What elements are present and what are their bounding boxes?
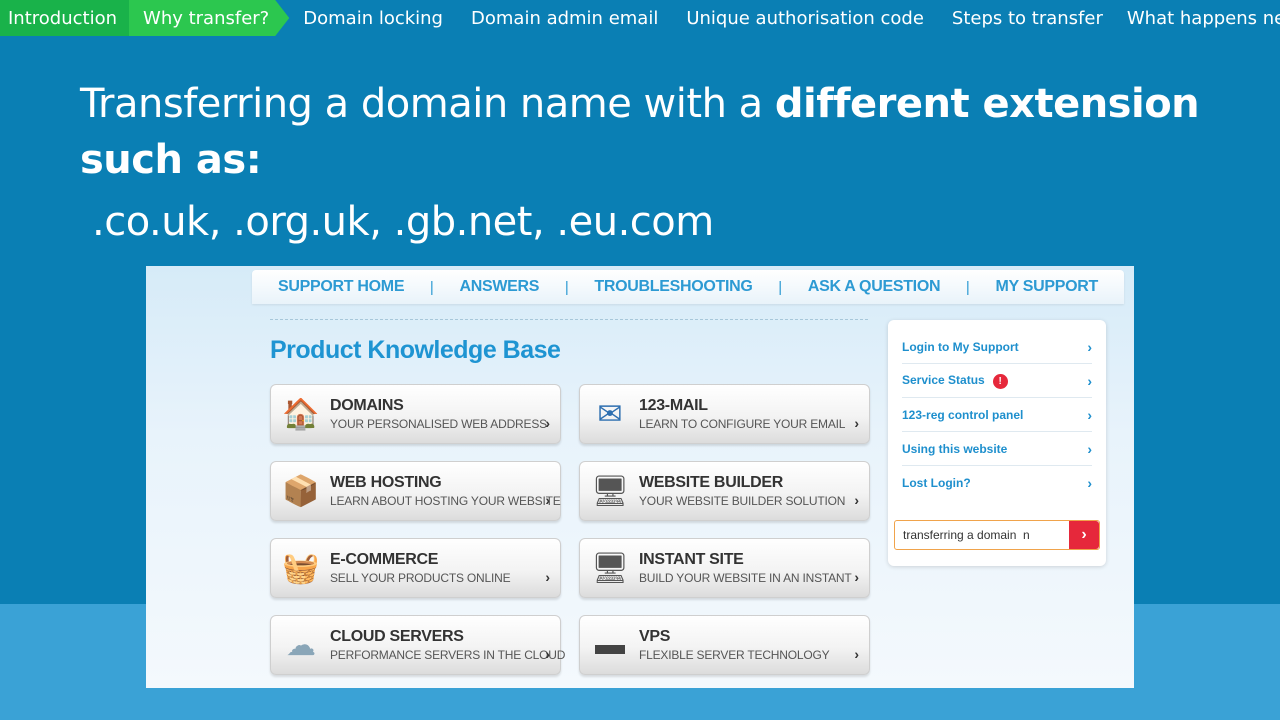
server-icon: ▬ bbox=[595, 628, 625, 661]
side-link-label: Login to My Support bbox=[902, 339, 1019, 354]
side-link-lost-login[interactable]: Lost Login? › bbox=[902, 466, 1092, 500]
card-subtitle: SELL YOUR PRODUCTS ONLINE bbox=[330, 571, 511, 585]
support-site-screenshot: SUPPORT HOME | ANSWERS | TROUBLESHOOTING… bbox=[146, 266, 1134, 688]
side-link-label: 123-reg control panel bbox=[902, 407, 1024, 422]
card-subtitle: FLEXIBLE SERVER TECHNOLOGY bbox=[639, 648, 830, 662]
box-icon: 📦 bbox=[282, 474, 320, 508]
monitor-pen-icon: 🖥 bbox=[590, 551, 630, 585]
side-panel: Login to My Support › Service Status! › … bbox=[888, 320, 1106, 566]
search-box: › bbox=[894, 520, 1100, 550]
card-subtitle: YOUR WEBSITE BUILDER SOLUTION bbox=[639, 494, 846, 508]
cloud-server-icon: ☁ bbox=[286, 628, 316, 662]
card-subtitle: PERFORMANCE SERVERS IN THE CLOUD bbox=[330, 648, 566, 662]
chevron-right-icon: › bbox=[1087, 338, 1092, 355]
chevron-right-icon: › bbox=[854, 492, 859, 508]
card-e-commerce[interactable]: 🧺 E-COMMERCE SELL YOUR PRODUCTS ONLINE › bbox=[270, 538, 561, 598]
side-link-login[interactable]: Login to My Support › bbox=[902, 330, 1092, 364]
chevron-right-icon: › bbox=[545, 415, 550, 431]
side-link-using-website[interactable]: Using this website › bbox=[902, 432, 1092, 466]
card-instant-site[interactable]: 🖥 INSTANT SITE BUILD YOUR WEBSITE IN AN … bbox=[579, 538, 870, 598]
headline-emphasis: different extension bbox=[774, 81, 1200, 127]
chevron-right-icon: › bbox=[545, 492, 550, 508]
basket-icon: 🧺 bbox=[282, 551, 320, 585]
nav-separator: | bbox=[429, 278, 434, 296]
search-input[interactable] bbox=[895, 521, 1069, 549]
chapter-steps-to-transfer[interactable]: Steps to transfer bbox=[924, 0, 1103, 36]
headline-text: Transferring a domain name with a bbox=[80, 81, 775, 127]
card-subtitle: BUILD YOUR WEBSITE IN AN INSTANT bbox=[639, 571, 852, 585]
card-title: CLOUD SERVERS bbox=[330, 628, 464, 645]
nav-troubleshooting[interactable]: TROUBLESHOOTING bbox=[594, 278, 752, 296]
chapter-nav: Introduction Why transfer? Domain lockin… bbox=[0, 0, 1280, 36]
chapter-introduction[interactable]: Introduction bbox=[0, 0, 130, 36]
card-subtitle: LEARN ABOUT HOSTING YOUR WEBSITE bbox=[330, 494, 561, 508]
chapter-domain-admin-email[interactable]: Domain admin email bbox=[443, 0, 658, 36]
nav-ask-a-question[interactable]: ASK A QUESTION bbox=[808, 278, 941, 296]
chapter-what-happens-next[interactable]: What happens next? bbox=[1103, 0, 1280, 36]
chapter-unique-authorisation-code[interactable]: Unique authorisation code bbox=[658, 0, 924, 36]
chevron-right-icon: › bbox=[1087, 406, 1092, 423]
alert-badge: ! bbox=[992, 373, 1008, 389]
mail-icon: ✉ bbox=[597, 397, 623, 431]
nav-separator: | bbox=[965, 278, 970, 296]
chapter-why-transfer[interactable]: Why transfer? bbox=[129, 0, 289, 36]
chevron-right-icon: › bbox=[1087, 372, 1092, 389]
card-title: 123-MAIL bbox=[639, 397, 708, 414]
nav-my-support[interactable]: MY SUPPORT bbox=[995, 278, 1098, 296]
card-title: WEBSITE BUILDER bbox=[639, 474, 783, 491]
chevron-right-icon: › bbox=[545, 569, 550, 585]
nav-support-home[interactable]: SUPPORT HOME bbox=[278, 278, 405, 296]
card-vps[interactable]: ▬ VPS FLEXIBLE SERVER TECHNOLOGY › bbox=[579, 615, 870, 675]
nav-answers[interactable]: ANSWERS bbox=[459, 278, 539, 296]
monitor-icon: 🖥 bbox=[590, 474, 630, 508]
nav-separator: | bbox=[778, 278, 783, 296]
side-link-label: Service Status bbox=[902, 372, 985, 387]
chevron-right-icon: › bbox=[854, 415, 859, 431]
slide-headline: Transferring a domain name with a differ… bbox=[80, 76, 1200, 188]
chapter-domain-locking[interactable]: Domain locking bbox=[289, 0, 443, 36]
card-subtitle: LEARN TO CONFIGURE YOUR EMAIL bbox=[639, 417, 846, 431]
card-title: E-COMMERCE bbox=[330, 551, 439, 568]
divider bbox=[270, 319, 868, 320]
card-website-builder[interactable]: 🖥 WEBSITE BUILDER YOUR WEBSITE BUILDER S… bbox=[579, 461, 870, 521]
card-title: WEB HOSTING bbox=[330, 474, 442, 491]
card-123-mail[interactable]: ✉ 123-MAIL LEARN TO CONFIGURE YOUR EMAIL… bbox=[579, 384, 870, 444]
chevron-right-icon: › bbox=[1087, 475, 1092, 491]
house-icon: 🏠 bbox=[282, 397, 320, 431]
side-link-service-status[interactable]: Service Status! › bbox=[902, 364, 1092, 398]
card-web-hosting[interactable]: 📦 WEB HOSTING LEARN ABOUT HOSTING YOUR W… bbox=[270, 461, 561, 521]
side-link-control-panel[interactable]: 123-reg control panel › bbox=[902, 398, 1092, 432]
card-title: VPS bbox=[639, 628, 671, 645]
domain-extensions: .co.uk, .org.uk, .gb.net, .eu.com bbox=[92, 199, 714, 245]
chevron-right-icon: › bbox=[854, 646, 859, 662]
card-title: INSTANT SITE bbox=[639, 551, 744, 568]
card-cloud-servers[interactable]: ☁ CLOUD SERVERS PERFORMANCE SERVERS IN T… bbox=[270, 615, 565, 675]
chevron-right-icon: › bbox=[854, 569, 859, 585]
support-nav: SUPPORT HOME | ANSWERS | TROUBLESHOOTING… bbox=[252, 270, 1124, 304]
chevron-right-icon: › bbox=[1087, 440, 1092, 457]
card-title: DOMAINS bbox=[330, 397, 404, 414]
side-link-label: Lost Login? bbox=[902, 476, 971, 490]
side-link-label: Using this website bbox=[902, 441, 1008, 456]
kb-title: Product Knowledge Base bbox=[270, 336, 561, 364]
search-button[interactable]: › bbox=[1069, 521, 1099, 549]
nav-separator: | bbox=[564, 278, 569, 296]
chevron-right-icon: › bbox=[545, 646, 550, 662]
card-subtitle: YOUR PERSONALISED WEB ADDRESS bbox=[330, 417, 547, 431]
headline-line2: such as: bbox=[80, 137, 262, 183]
card-domains[interactable]: 🏠 DOMAINS YOUR PERSONALISED WEB ADDRESS … bbox=[270, 384, 561, 444]
